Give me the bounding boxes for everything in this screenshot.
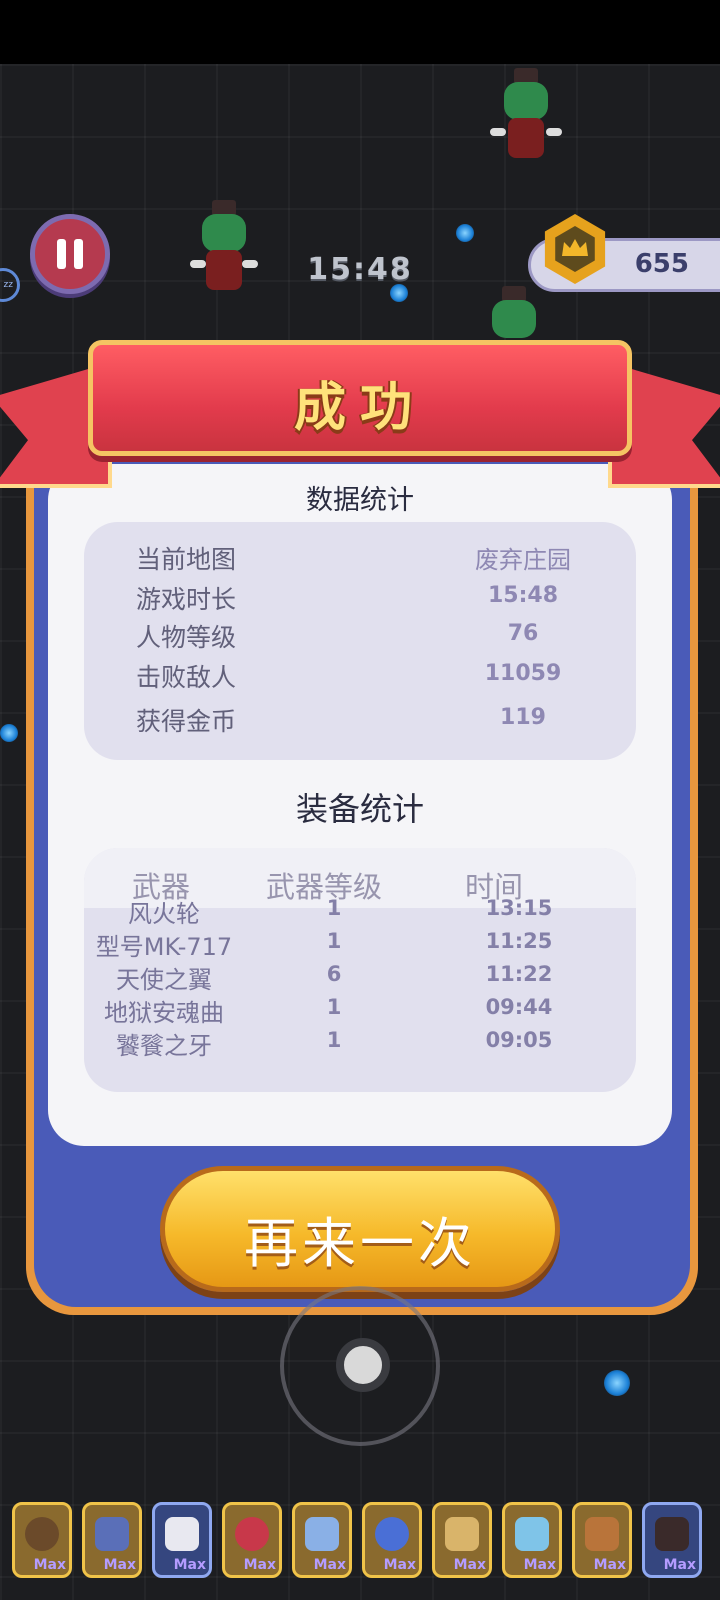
equipment-section-title: 装备统计 [295, 790, 424, 828]
weapon-name: 地狱安魂曲 [104, 999, 224, 1027]
gear-wheel-icon [25, 1517, 59, 1551]
slot-spiral-ring[interactable]: Max [222, 1502, 282, 1578]
weapon-time: 11:25 [485, 929, 553, 953]
title-banner: 成功 [88, 340, 632, 456]
stat-value: 15:48 [487, 583, 559, 608]
joystick-knob[interactable] [336, 1338, 390, 1392]
stat-value: 76 [507, 621, 539, 646]
stat-label: 击败敌人 [136, 663, 237, 692]
angel-wings-icon [165, 1517, 199, 1551]
slot-fang-jar[interactable]: Max [292, 1502, 352, 1578]
equipment-table: 武器 武器等级 时间 风火轮 1 13:15 型号MK-717 1 11:25 … [84, 848, 636, 1092]
stat-row-kills: 击败敌人 11059 [84, 658, 636, 698]
equipment-slot-bar: Max Max Max Max Max Max Max Max Max Max [0, 1490, 720, 1600]
stat-label: 获得金币 [136, 707, 237, 736]
weapon-name: 型号MK-717 [95, 933, 233, 961]
staff-icon [515, 1517, 549, 1551]
zombie-enemy [488, 286, 540, 346]
max-badge: Max [33, 1557, 66, 1573]
slot-staff[interactable]: Max [502, 1502, 562, 1578]
max-badge: Max [593, 1557, 626, 1573]
table-row: 地狱安魂曲 1 09:44 [84, 993, 636, 1027]
stats-section-title: 数据统计 [306, 485, 414, 516]
weapon-time: 09:05 [485, 1028, 553, 1052]
stat-row-play-time: 游戏时长 15:48 [84, 580, 636, 620]
weapon-level: 1 [326, 1028, 342, 1052]
table-row: 天使之翼 6 11:22 [84, 960, 636, 994]
max-badge: Max [383, 1557, 416, 1573]
virtual-joystick[interactable] [280, 1286, 440, 1446]
weapon-level: 1 [326, 929, 342, 953]
stats-table: 当前地图 废弃庄园 游戏时长 15:48 人物等级 76 击败敌人 11059 … [84, 522, 636, 760]
coin-count: 655 [634, 249, 689, 279]
table-row: 饕餮之牙 1 09:05 [84, 1026, 636, 1060]
demon-wings-icon [655, 1517, 689, 1551]
retry-button[interactable]: 再来一次 [160, 1166, 560, 1292]
max-badge: Max [243, 1557, 276, 1573]
slot-angel-wings[interactable]: Max [152, 1502, 212, 1578]
retry-button-label: 再来一次 [244, 1212, 476, 1275]
spiral-ring-icon [235, 1517, 269, 1551]
experience-orb [604, 1370, 630, 1396]
max-badge: Max [103, 1557, 136, 1573]
slot-demon-wings[interactable]: Max [642, 1502, 702, 1578]
experience-orb [0, 724, 18, 742]
slot-gear-wheel[interactable]: Max [12, 1502, 72, 1578]
stat-label: 游戏时长 [136, 585, 237, 614]
slot-scroll[interactable]: Max [432, 1502, 492, 1578]
stat-label: 当前地图 [136, 545, 237, 574]
max-badge: Max [663, 1557, 696, 1573]
weapon-time: 13:15 [485, 896, 553, 920]
table-row: 型号MK-717 1 11:25 [84, 927, 636, 961]
table-row: 风火轮 1 13:15 [84, 894, 636, 928]
weapon-level: 1 [326, 896, 342, 920]
blaster-gun-icon [95, 1517, 129, 1551]
max-badge: Max [453, 1557, 486, 1573]
weapon-level: 6 [326, 962, 342, 986]
stat-row-level: 人物等级 76 [84, 618, 636, 658]
stat-value: 废弃庄园 [475, 546, 571, 574]
stat-label: 人物等级 [136, 623, 237, 652]
stat-value: 11059 [484, 661, 562, 686]
zombie-enemy [490, 68, 562, 168]
max-badge: Max [523, 1557, 556, 1573]
scroll-icon [445, 1517, 479, 1551]
status-bar [0, 0, 720, 64]
weapon-name: 饕餮之牙 [116, 1032, 212, 1060]
stat-row-map: 当前地图 废弃庄园 [84, 540, 636, 580]
slot-magic-wand[interactable]: Max [362, 1502, 422, 1578]
slot-fist-glove[interactable]: Max [572, 1502, 632, 1578]
stat-value: 119 [500, 705, 546, 730]
experience-orb [456, 224, 474, 242]
weapon-time: 09:44 [485, 995, 553, 1019]
weapon-name: 天使之翼 [116, 966, 212, 994]
fist-glove-icon [585, 1517, 619, 1551]
max-badge: Max [313, 1557, 346, 1573]
max-badge: Max [173, 1557, 206, 1573]
slot-blaster-gun[interactable]: Max [82, 1502, 142, 1578]
weapon-time: 11:22 [485, 962, 553, 986]
fang-jar-icon [305, 1517, 339, 1551]
magic-wand-icon [375, 1517, 409, 1551]
weapon-level: 1 [326, 995, 342, 1019]
stat-row-gold: 获得金币 119 [84, 702, 636, 742]
weapon-name: 风火轮 [128, 900, 200, 928]
dialog-title: 成功 [293, 378, 426, 438]
